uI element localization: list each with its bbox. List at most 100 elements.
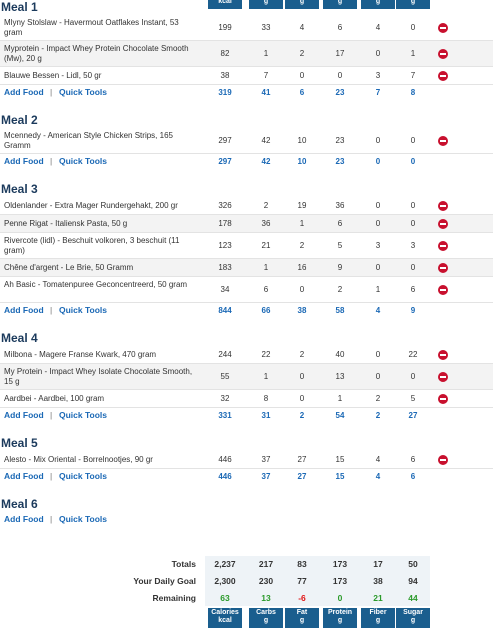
nutrient-value: 2 xyxy=(337,285,343,294)
food-name-link[interactable]: Blauwe Bessen - Lidl, 50 gr xyxy=(4,71,194,81)
nutrient-value: 42 xyxy=(261,136,271,145)
meal-total-value: 7 xyxy=(375,88,381,97)
meal-total-value: 15 xyxy=(335,472,345,481)
summary-remaining-value: -6 xyxy=(298,593,306,603)
food-name-link[interactable]: Mlyny Stolslaw - Havermout Oatflakes Ins… xyxy=(4,18,194,38)
meal-total-value: 8 xyxy=(410,88,416,97)
add-food-link[interactable]: Add Food xyxy=(4,514,44,524)
nutrient-value: 0 xyxy=(299,394,305,403)
nutrient-value: 16 xyxy=(297,263,307,272)
summary-remaining-value: 13 xyxy=(261,593,271,603)
remove-food-icon[interactable] xyxy=(438,263,448,273)
add-food-link[interactable]: Add Food xyxy=(4,156,44,166)
add-food-link[interactable]: Add Food xyxy=(4,410,44,420)
nutrient-value: 7 xyxy=(410,71,416,80)
remove-food-icon[interactable] xyxy=(438,23,448,33)
nutrient-value: 0 xyxy=(299,71,305,80)
nutrient-value: 183 xyxy=(218,263,232,272)
nutrient-value: 1 xyxy=(299,219,305,228)
meal-total-value: 844 xyxy=(218,306,232,315)
remove-food-icon[interactable] xyxy=(438,49,448,59)
column-unit: g xyxy=(375,617,381,624)
nutrient-value: 0 xyxy=(410,136,416,145)
meal-total-value: 54 xyxy=(335,411,345,420)
column-unit: g xyxy=(410,617,416,624)
food-name-link[interactable]: Alesto - Mix Oriental - Borrelnootjes, 9… xyxy=(4,455,194,465)
remove-food-icon[interactable] xyxy=(438,219,448,229)
column-unit: g xyxy=(375,0,381,5)
remove-food-icon[interactable] xyxy=(438,455,448,465)
column-unit: kcal xyxy=(218,617,232,624)
food-name-link[interactable]: Chêne d'argent - Le Brie, 50 Gramm xyxy=(4,263,194,273)
nutrient-value: 7 xyxy=(263,71,269,80)
summary-totals-value: 173 xyxy=(332,559,348,569)
add-food-link[interactable]: Add Food xyxy=(4,305,44,315)
nutrient-value: 2 xyxy=(299,350,305,359)
meal-total-value: 297 xyxy=(218,157,232,166)
meal-total-value: 319 xyxy=(218,88,232,97)
food-row: Milbona - Magere Franse Kwark, 470 gram 2… xyxy=(0,346,493,364)
add-food-link[interactable]: Add Food xyxy=(4,471,44,481)
quick-tools-link[interactable]: Quick Tools xyxy=(59,305,107,315)
quick-tools-link[interactable]: Quick Tools xyxy=(59,156,107,166)
remove-food-icon[interactable] xyxy=(438,285,448,295)
food-name-link[interactable]: Mcennedy - American Style Chicken Strips… xyxy=(4,131,194,151)
food-row: Blauwe Bessen - Lidl, 50 gr 38 7 0 0 3 7 xyxy=(0,67,493,85)
nutrient-value: 0 xyxy=(375,49,381,58)
food-name-link[interactable]: Rivercote (lidl) - Beschuit volkoren, 3 … xyxy=(4,236,194,256)
meal-actions-row: Add Food | Quick Tools 297 42 10 23 0 0 xyxy=(0,156,493,170)
meal-total-value: 0 xyxy=(410,157,416,166)
meal-title: Meal 5 xyxy=(1,436,38,450)
quick-tools-link[interactable]: Quick Tools xyxy=(59,410,107,420)
meal-total-value: 2 xyxy=(375,411,381,420)
food-name-link[interactable]: Ah Basic - Tomatenpuree Geconcentreerd, … xyxy=(4,280,194,290)
summary-totals-label: Totals xyxy=(171,559,196,569)
meal-total-value: 37 xyxy=(261,472,271,481)
meal-total-value: 27 xyxy=(297,472,307,481)
summary-goal-value: 230 xyxy=(258,576,274,586)
column-label: Calories xyxy=(211,609,239,616)
nutrient-value: 1 xyxy=(263,49,269,58)
summary-totals-value: 17 xyxy=(373,559,383,569)
nutrient-value: 27 xyxy=(297,455,307,464)
top-column-header-4: Fiberg xyxy=(361,0,395,9)
nutrient-value: 1 xyxy=(263,372,269,381)
nutrient-value: 2 xyxy=(263,201,269,210)
bottom-column-header-2: Fat g xyxy=(285,608,319,628)
nutrient-value: 1 xyxy=(337,394,343,403)
meal-total-value: 23 xyxy=(335,88,345,97)
food-name-link[interactable]: Oldenlander - Extra Mager Rundergehakt, … xyxy=(4,201,194,211)
column-unit: g xyxy=(263,617,269,624)
nutrient-value: 0 xyxy=(375,263,381,272)
meal-total-value: 446 xyxy=(218,472,232,481)
nutrient-value: 3 xyxy=(375,71,381,80)
quick-tools-link[interactable]: Quick Tools xyxy=(59,471,107,481)
food-name-link[interactable]: My Protein - Impact Whey Isolate Chocola… xyxy=(4,367,194,387)
food-name-link[interactable]: Myprotein - Impact Whey Protein Chocolat… xyxy=(4,44,194,64)
summary-goal-value: 173 xyxy=(332,576,348,586)
quick-tools-link[interactable]: Quick Tools xyxy=(59,87,107,97)
summary-remaining-value: 0 xyxy=(337,593,343,603)
bottom-column-header-0: Calories kcal xyxy=(208,608,242,628)
food-name-link[interactable]: Milbona - Magere Franse Kwark, 470 gram xyxy=(4,350,194,360)
nutrient-value: 0 xyxy=(410,201,416,210)
add-food-link[interactable]: Add Food xyxy=(4,87,44,97)
nutrient-value: 6 xyxy=(410,285,416,294)
remove-food-icon[interactable] xyxy=(438,372,448,382)
remove-food-icon[interactable] xyxy=(438,241,448,251)
summary-goal-value: 2,300 xyxy=(214,576,236,586)
remove-food-icon[interactable] xyxy=(438,136,448,146)
nutrient-value: 8 xyxy=(263,394,269,403)
food-name-link[interactable]: Aardbei - Aardbei, 100 gram xyxy=(4,394,194,404)
remove-food-icon[interactable] xyxy=(438,394,448,404)
food-name-link[interactable]: Penne Rigat - Italiensk Pasta, 50 g xyxy=(4,219,194,229)
meal-total-value: 0 xyxy=(375,157,381,166)
remove-food-icon[interactable] xyxy=(438,201,448,211)
remove-food-icon[interactable] xyxy=(438,71,448,81)
bottom-column-header-1: Carbs g xyxy=(249,608,283,628)
remove-food-icon[interactable] xyxy=(438,350,448,360)
quick-tools-link[interactable]: Quick Tools xyxy=(59,514,107,524)
summary-totals-value: 50 xyxy=(408,559,418,569)
meal-total-value: 58 xyxy=(335,306,345,315)
nutrient-value: 178 xyxy=(218,219,232,228)
